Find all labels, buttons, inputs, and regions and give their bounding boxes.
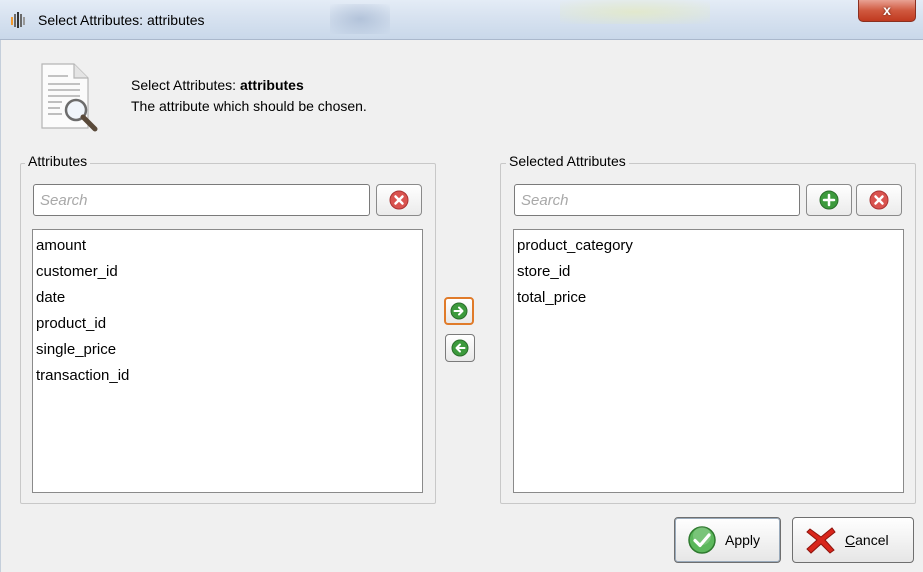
list-item[interactable]: date — [35, 285, 420, 311]
move-left-button[interactable] — [445, 334, 475, 362]
add-icon — [819, 190, 839, 210]
titlebar-decoration — [560, 0, 710, 24]
apply-label: Apply — [725, 532, 761, 548]
document-search-icon — [41, 63, 98, 132]
selected-clear-search-button[interactable] — [856, 184, 902, 216]
arrow-left-icon — [451, 339, 469, 357]
header-param: attributes — [239, 77, 304, 93]
arrow-right-icon — [450, 302, 468, 320]
list-item[interactable]: store_id — [516, 259, 901, 285]
close-icon: x — [883, 2, 891, 18]
attributes-clear-search-button[interactable] — [376, 184, 422, 216]
apply-button[interactable]: Apply — [674, 517, 781, 563]
selected-attributes-group-label: Selected Attributes — [506, 153, 629, 169]
clear-icon — [389, 190, 409, 210]
cancel-label: Cancel — [845, 532, 889, 548]
title-bar: Select Attributes: attributes x — [0, 0, 923, 40]
selected-add-button[interactable] — [806, 184, 852, 216]
attributes-group-label: Attributes — [25, 153, 91, 169]
header-description: The attribute which should be chosen. — [131, 98, 367, 114]
checkmark-icon — [688, 526, 716, 554]
titlebar-decoration — [330, 4, 390, 34]
app-icon — [11, 12, 25, 28]
window-title: Select Attributes: attributes — [38, 12, 205, 28]
attributes-search-input[interactable] — [33, 184, 370, 216]
close-button[interactable]: x — [858, 0, 916, 22]
selected-attributes-list[interactable]: product_category store_id total_price — [513, 229, 904, 493]
cancel-button[interactable]: Cancel — [792, 517, 914, 563]
list-item[interactable]: product_id — [35, 311, 420, 337]
list-item[interactable]: total_price — [516, 285, 901, 311]
move-right-button[interactable] — [444, 297, 474, 325]
attributes-list[interactable]: amount customer_id date product_id singl… — [32, 229, 423, 493]
list-item[interactable]: product_category — [516, 233, 901, 259]
selected-search-input[interactable] — [514, 184, 800, 216]
cross-icon — [806, 527, 836, 554]
clear-icon — [869, 190, 889, 210]
list-item[interactable]: single_price — [35, 337, 420, 363]
list-item[interactable]: customer_id — [35, 259, 420, 285]
list-item[interactable]: amount — [35, 233, 420, 259]
header-title: Select Attributes: attributes — [131, 77, 304, 93]
list-item[interactable]: transaction_id — [35, 363, 420, 389]
